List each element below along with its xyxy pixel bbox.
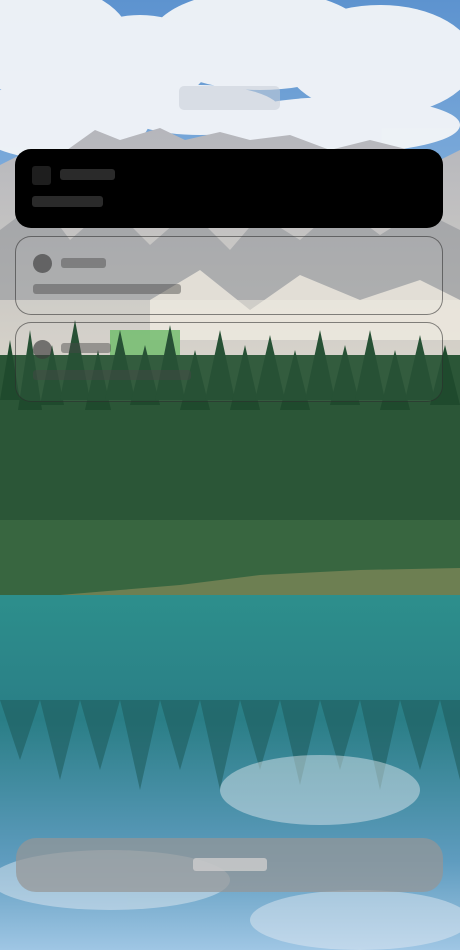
landscape-wallpaper — [0, 0, 460, 950]
bottom-action-button[interactable] — [16, 838, 443, 892]
notification-body-placeholder — [33, 370, 191, 380]
notification-card-1[interactable] — [15, 149, 443, 228]
lock-screen — [0, 0, 460, 950]
bottom-action-label-placeholder — [193, 858, 267, 871]
notification-title-placeholder — [61, 258, 106, 268]
app-icon — [32, 166, 51, 185]
notification-body-placeholder — [32, 196, 103, 207]
notification-title-placeholder — [61, 343, 111, 353]
notification-body-placeholder — [33, 284, 181, 294]
notification-card-2[interactable] — [15, 236, 443, 315]
notification-title-placeholder — [60, 169, 115, 180]
app-avatar-icon — [33, 254, 52, 273]
clock-placeholder — [179, 86, 280, 110]
app-avatar-icon — [33, 340, 52, 359]
notification-card-3[interactable] — [15, 322, 443, 402]
